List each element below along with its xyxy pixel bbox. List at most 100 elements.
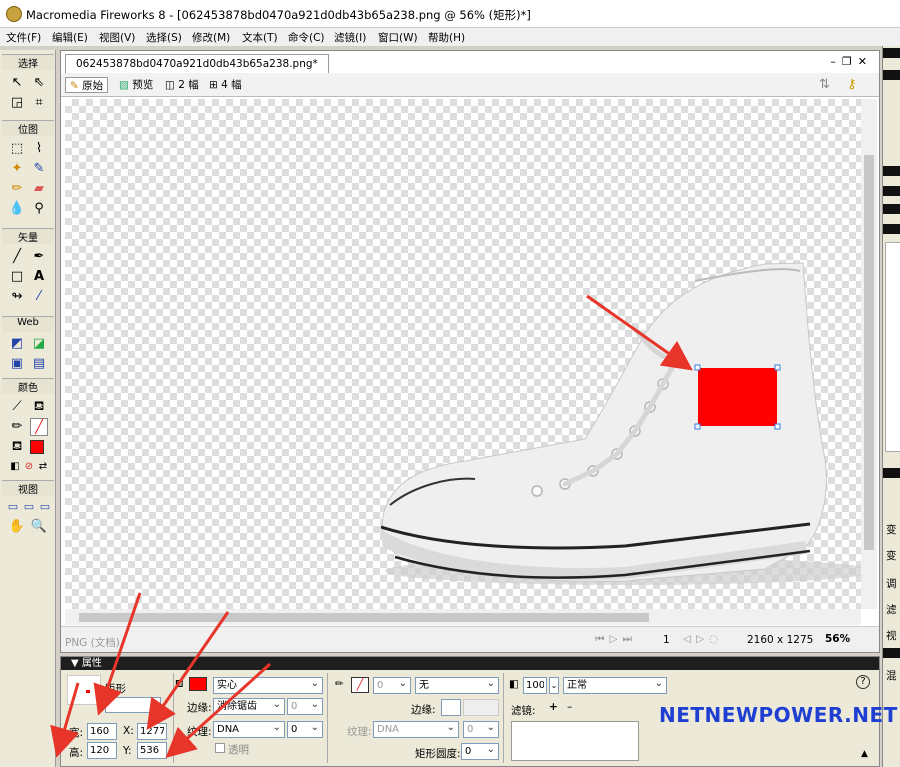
full-screen-icon[interactable]: ▭	[36, 498, 54, 516]
subselect-tool-icon[interactable]: ⇖	[30, 74, 48, 92]
menu-modify[interactable]: 修改(M)	[192, 30, 230, 45]
panel-group-header[interactable]	[883, 648, 900, 658]
panel-group-header[interactable]	[883, 186, 900, 196]
panel-group-header[interactable]	[883, 166, 900, 176]
x-field[interactable]	[137, 723, 167, 740]
show-slices-icon[interactable]: ▤	[30, 355, 48, 373]
vertical-scrollbar[interactable]	[861, 99, 877, 609]
menu-commands[interactable]: 命令(C)	[288, 30, 325, 45]
blur-tool-icon[interactable]: 💧	[8, 200, 26, 218]
transparent-checkbox[interactable]	[215, 743, 225, 753]
fill-color-bucket-icon[interactable]: ⛾	[8, 438, 26, 456]
fill-color-well[interactable]	[189, 677, 207, 691]
slice-tool-icon[interactable]: ◪	[30, 335, 48, 353]
playback-controls-icon[interactable]: ⏮▷⏭	[595, 633, 637, 646]
text-tool-icon[interactable]: A	[30, 268, 48, 286]
close-icon[interactable]: ✕	[858, 55, 873, 68]
roundness-select[interactable]: 0	[461, 742, 499, 760]
panel-tab-view[interactable]: 视	[886, 628, 897, 643]
zoom-level[interactable]: 56%	[825, 633, 850, 645]
magic-wand-tool-icon[interactable]: ✦	[8, 160, 26, 178]
fill-color-swatch[interactable]	[30, 440, 44, 454]
rubber-stamp-tool-icon[interactable]: ⚲	[30, 200, 48, 218]
line-tool-icon[interactable]: ╱	[8, 248, 26, 266]
opacity-field[interactable]	[523, 677, 547, 694]
pen-tool-icon[interactable]: ✒	[30, 248, 48, 266]
texture-amount-select[interactable]: 0	[287, 720, 323, 738]
minimize-icon[interactable]: –	[830, 55, 842, 68]
panel-group-header[interactable]	[883, 468, 900, 478]
add-filter-icon[interactable]: +	[549, 701, 558, 713]
pencil-tool-icon[interactable]: ✏	[8, 180, 26, 198]
hand-tool-icon[interactable]: ✋	[8, 518, 26, 536]
menu-edit[interactable]: 编辑(E)	[52, 30, 88, 45]
tab-2-up[interactable]: ◫ 2 幅	[165, 77, 199, 93]
key-icon[interactable]: ⚷	[847, 77, 857, 93]
help-icon[interactable]: ?	[856, 675, 870, 689]
y-field[interactable]	[137, 742, 167, 759]
menu-help[interactable]: 帮助(H)	[428, 30, 465, 45]
tab-4-up[interactable]: ⊞ 4 幅	[209, 77, 242, 93]
remove-filter-icon[interactable]: –	[567, 701, 572, 713]
menu-text[interactable]: 文本(T)	[242, 30, 278, 45]
stroke-edge-slider[interactable]	[463, 699, 499, 716]
quick-export-icon[interactable]: ⇅	[819, 77, 830, 93]
hide-slices-icon[interactable]: ▣	[8, 355, 26, 373]
rectangle-tool-icon[interactable]: □	[8, 268, 26, 286]
collapse-icon[interactable]: ▲	[861, 749, 868, 759]
vertical-scroll-thumb[interactable]	[864, 155, 874, 550]
red-rectangle-object[interactable]	[698, 368, 777, 426]
swap-colors-icon[interactable]: ⇄	[34, 458, 52, 476]
texture-select[interactable]: DNA	[213, 720, 285, 738]
opacity-dropdown[interactable]: ⌄	[549, 677, 559, 694]
eraser-tool-icon[interactable]: ▰	[30, 180, 48, 198]
panel-group-header[interactable]	[883, 204, 900, 214]
stroke-size-select[interactable]: 0	[373, 676, 411, 694]
brush-tool-icon[interactable]: ✎	[30, 160, 48, 178]
zoom-tool-icon[interactable]: 🔍	[30, 518, 48, 536]
panel-group-header[interactable]	[883, 224, 900, 234]
tab-preview[interactable]: ▨ 预览	[119, 77, 153, 93]
tab-original[interactable]: ✎ 原始	[65, 77, 109, 93]
panel-tab-mix[interactable]: 混	[886, 668, 897, 683]
panel-group-header[interactable]	[883, 70, 900, 80]
edge-amount-select[interactable]: 0	[287, 697, 323, 715]
stroke-edge-field[interactable]	[441, 699, 461, 716]
filters-list[interactable]	[511, 721, 639, 761]
panel-tab-filters[interactable]: 滤	[886, 602, 897, 617]
scale-tool-icon[interactable]: ◲	[8, 94, 26, 112]
paint-bucket-tool-icon[interactable]: ⛾	[30, 398, 48, 416]
panel-tab-transform-2[interactable]: 变	[886, 548, 897, 563]
menu-window[interactable]: 窗口(W)	[378, 30, 418, 45]
panel-tab-transform[interactable]: 变	[886, 522, 897, 537]
panel-group-header[interactable]	[883, 48, 900, 58]
document-tab[interactable]: 062453878bd0470a921d0db43b65a238.png*	[65, 54, 329, 73]
object-name-field[interactable]	[105, 697, 161, 713]
crop-tool-icon[interactable]: ⌗	[30, 94, 48, 112]
menu-select[interactable]: 选择(S)	[146, 30, 182, 45]
freeform-tool-icon[interactable]: ↬	[8, 288, 26, 306]
stroke-color-pencil-icon[interactable]: ✏	[8, 418, 26, 436]
lasso-tool-icon[interactable]: ⌇	[30, 140, 48, 158]
stroke-texture-amount-select[interactable]: 0	[463, 720, 499, 738]
knife-tool-icon[interactable]: ⁄	[30, 288, 48, 306]
stroke-color-swatch[interactable]: ╱	[30, 418, 48, 436]
blend-mode-select[interactable]: 正常	[563, 676, 667, 694]
stroke-type-select[interactable]: 无	[415, 676, 499, 694]
width-field[interactable]	[87, 723, 117, 740]
horizontal-scrollbar[interactable]	[65, 609, 861, 625]
height-field[interactable]	[87, 742, 117, 759]
stroke-texture-select[interactable]: DNA	[373, 720, 459, 738]
fill-type-select[interactable]: 实心	[213, 676, 323, 694]
pointer-tool-icon[interactable]: ↖	[8, 74, 26, 92]
menu-filters[interactable]: 滤镜(I)	[334, 30, 366, 45]
horizontal-scroll-thumb[interactable]	[79, 613, 649, 622]
properties-title-bar[interactable]: ▼ 属性	[61, 657, 879, 670]
stroke-color-well[interactable]: ╱	[351, 677, 369, 693]
menu-view[interactable]: 视图(V)	[99, 30, 135, 45]
restore-icon[interactable]: ❐	[842, 55, 858, 68]
panel-tab-adjust[interactable]: 调	[886, 576, 897, 591]
hotspot-tool-icon[interactable]: ◩	[8, 335, 26, 353]
edge-select[interactable]: 消除锯齿	[213, 697, 285, 715]
canvas[interactable]	[65, 99, 861, 609]
